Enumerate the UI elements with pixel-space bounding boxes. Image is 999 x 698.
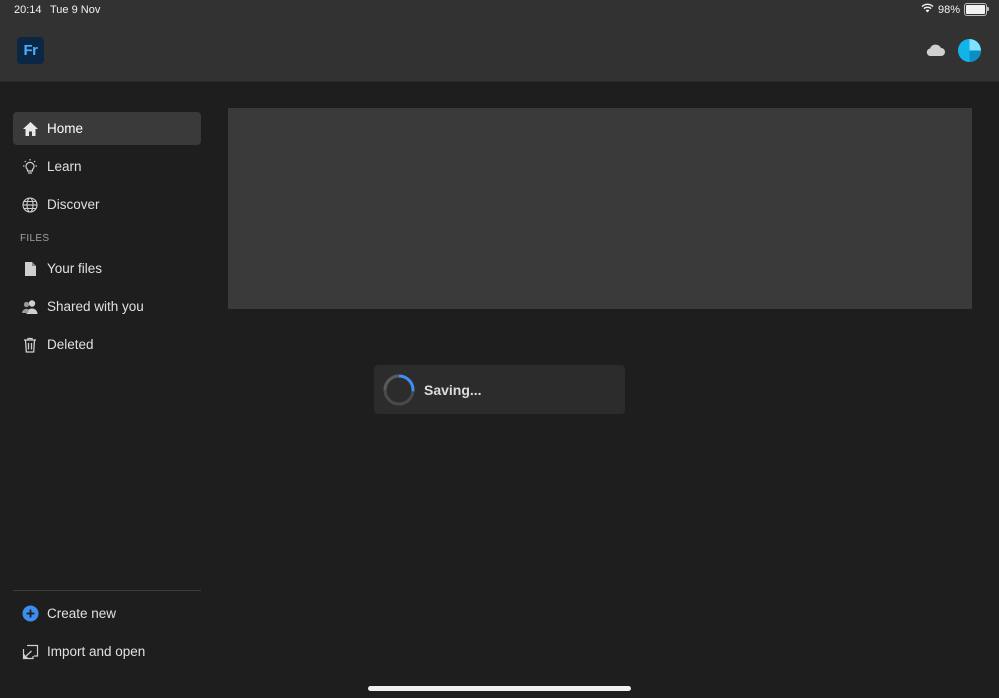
loading-spinner-icon bbox=[383, 374, 415, 405]
import-icon bbox=[21, 643, 39, 661]
plus-circle-icon bbox=[21, 605, 39, 623]
sidebar-item-discover[interactable]: Discover bbox=[13, 188, 201, 221]
sidebar-divider bbox=[13, 590, 201, 591]
file-icon bbox=[21, 260, 39, 278]
battery-percent: 98% bbox=[937, 3, 960, 16]
sidebar-item-your-files[interactable]: Your files bbox=[13, 252, 201, 285]
saving-toast: Saving... bbox=[374, 365, 625, 414]
create-new-button[interactable]: Create new bbox=[13, 597, 201, 630]
sidebar-item-label: Deleted bbox=[47, 337, 94, 352]
home-icon bbox=[21, 120, 39, 138]
shared-users-icon bbox=[21, 298, 39, 316]
hero-banner-placeholder bbox=[228, 108, 972, 309]
status-bar: 20:14 Tue 9 Nov 98% bbox=[0, 0, 999, 20]
sidebar-bottom-actions: Create new Import and open bbox=[13, 597, 201, 673]
wifi-icon bbox=[921, 3, 934, 16]
sidebar-item-learn[interactable]: Learn bbox=[13, 150, 201, 183]
battery-icon bbox=[964, 3, 989, 16]
home-indicator[interactable] bbox=[368, 686, 631, 691]
lightbulb-icon bbox=[21, 158, 39, 176]
app-logo[interactable]: Fr bbox=[17, 37, 44, 64]
sidebar: Home Learn Discover FILES Your files Sha… bbox=[13, 112, 201, 366]
status-date: Tue 9 Nov bbox=[50, 4, 101, 16]
import-and-open-label: Import and open bbox=[47, 644, 146, 659]
avatar[interactable] bbox=[958, 39, 981, 62]
import-and-open-button[interactable]: Import and open bbox=[13, 635, 201, 668]
sidebar-item-label: Discover bbox=[47, 197, 100, 212]
cloud-icon[interactable] bbox=[924, 42, 946, 58]
sidebar-item-label: Your files bbox=[47, 261, 103, 276]
battery-level bbox=[966, 5, 985, 14]
trash-icon bbox=[21, 336, 39, 354]
sidebar-item-label: Home bbox=[47, 121, 84, 136]
status-indicators: 98% bbox=[921, 3, 989, 16]
sidebar-item-label: Learn bbox=[47, 159, 82, 174]
globe-icon bbox=[21, 196, 39, 214]
status-time: 20:14 bbox=[14, 4, 42, 16]
sidebar-item-label: Shared with you bbox=[47, 299, 144, 314]
sidebar-item-shared-with-you[interactable]: Shared with you bbox=[13, 290, 201, 323]
saving-label: Saving... bbox=[424, 381, 482, 398]
create-new-label: Create new bbox=[47, 606, 117, 621]
sidebar-item-deleted[interactable]: Deleted bbox=[13, 328, 201, 361]
sidebar-item-home[interactable]: Home bbox=[13, 112, 201, 145]
files-section-label: FILES bbox=[20, 233, 50, 244]
